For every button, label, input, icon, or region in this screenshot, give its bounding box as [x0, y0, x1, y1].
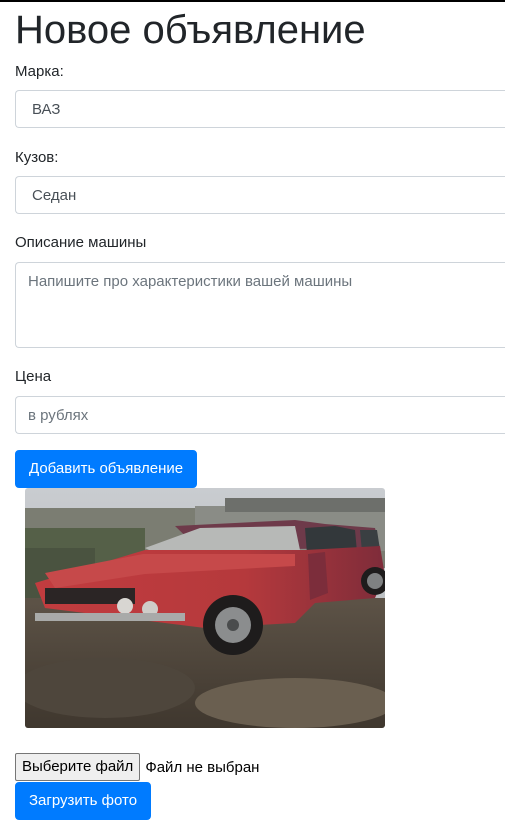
file-status: Файл не выбран	[145, 758, 260, 776]
car-photo	[25, 488, 385, 728]
price-label: Цена	[15, 368, 52, 385]
brand-label: Марка:	[15, 63, 64, 80]
brand-select-value: ВАЗ	[32, 100, 61, 118]
upload-photo-button[interactable]: Загрузить фото	[15, 782, 152, 820]
body-select[interactable]: Седан	[15, 176, 505, 214]
price-input[interactable]	[15, 396, 505, 434]
description-label: Описание машины	[15, 234, 147, 251]
add-listing-button[interactable]: Добавить объявление	[15, 450, 198, 488]
top-border	[0, 0, 505, 2]
body-label: Кузов:	[15, 149, 59, 166]
brand-select[interactable]: ВАЗ	[15, 90, 505, 128]
body-select-value: Седан	[32, 186, 77, 204]
choose-file-button[interactable]: Выберите файл	[15, 753, 141, 781]
car-photo-image	[25, 488, 385, 728]
page-title: Новое объявление	[15, 8, 366, 52]
file-picker: Выберите файл Файл не выбран	[15, 752, 259, 782]
description-textarea[interactable]	[15, 262, 505, 348]
